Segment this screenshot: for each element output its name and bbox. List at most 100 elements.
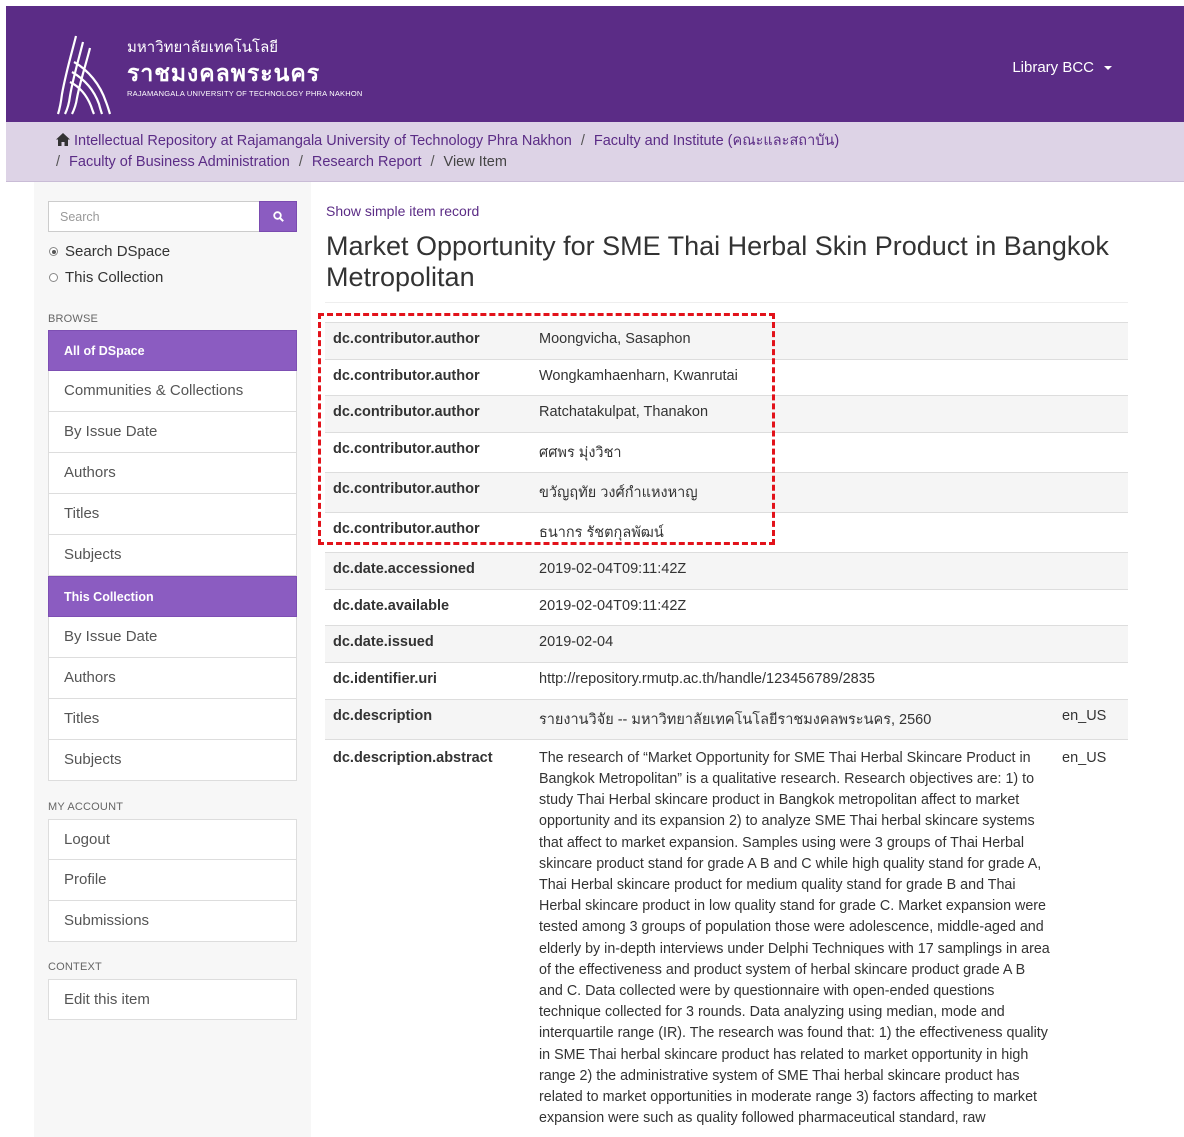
nav-item-communities-collections[interactable]: Communities & Collections <box>48 371 297 412</box>
nav-item-subjects[interactable]: Subjects <box>48 535 297 576</box>
metadata-lang <box>1062 512 1128 553</box>
table-row: dc.contributor.author ขวัญฤทัย วงศ์กำแหง… <box>325 472 1128 513</box>
metadata-field: dc.contributor.author <box>325 395 531 433</box>
account-list: Logout Profile Submissions <box>48 819 297 942</box>
metadata-field: dc.contributor.author <box>325 512 531 553</box>
metadata-field: dc.identifier.uri <box>325 662 531 700</box>
metadata-value: ขวัญฤทัย วงศ์กำแหงหาญ <box>531 472 1062 513</box>
table-row: dc.contributor.author Wongkamhaenharn, K… <box>325 358 1128 396</box>
breadcrumb-separator: / <box>298 154 303 170</box>
radio-checked-icon[interactable] <box>49 247 58 256</box>
nav-item-logout[interactable]: Logout <box>48 819 297 860</box>
nav-item-titles[interactable]: Titles <box>48 494 297 535</box>
table-row: dc.description.abstract The research of … <box>325 738 1128 1137</box>
breadcrumb-separator: / <box>580 133 585 149</box>
breadcrumb-current: View Item <box>443 154 507 170</box>
metadata-value: ธนากร รัชตกุลพัฒน์ <box>531 512 1062 553</box>
metadata-lang: en_US <box>1062 738 1128 1137</box>
scope-search-dspace[interactable]: Search DSpace <box>49 243 170 260</box>
user-menu-label: Library BCC <box>1012 59 1094 76</box>
metadata-field: dc.description <box>325 698 531 740</box>
search-group <box>48 201 297 232</box>
metadata-lang: en_US <box>1062 698 1128 740</box>
browse-all-list: All of DSpace Communities & Collections … <box>48 330 297 781</box>
table-row: dc.contributor.author ศศพร มุ่งวิชา <box>325 432 1128 473</box>
breadcrumb: Intellectual Repository at Rajamangala U… <box>6 122 1184 182</box>
table-row: dc.date.available 2019-02-04T09:11:42Z <box>325 588 1128 626</box>
metadata-lang <box>1062 472 1128 513</box>
metadata-lang <box>1062 662 1128 700</box>
nav-item-collection-titles[interactable]: Titles <box>48 699 297 740</box>
metadata-lang <box>1062 552 1128 590</box>
breadcrumb-business-admin-link[interactable]: Faculty of Business Administration <box>69 154 290 170</box>
metadata-field: dc.contributor.author <box>325 358 531 396</box>
metadata-value: รายงานวิจัย -- มหาวิทยาลัยเทคโนโลยีราชมง… <box>531 698 1062 740</box>
metadata-field: dc.contributor.author <box>325 472 531 513</box>
table-row: dc.contributor.author Ratchatakulpat, Th… <box>325 395 1128 433</box>
metadata-value: 2019-02-04T09:11:42Z <box>531 588 1062 626</box>
logo-line-1: มหาวิทยาลัยเทคโนโลยี <box>127 39 279 56</box>
radio-unchecked-icon[interactable] <box>49 273 58 282</box>
browse-label: BROWSE <box>48 313 99 325</box>
title-divider <box>325 302 1128 303</box>
scope-label: This Collection <box>65 269 164 286</box>
nav-item-edit-this-item[interactable]: Edit this item <box>48 979 297 1020</box>
table-row: dc.identifier.uri http://repository.rmut… <box>325 662 1128 700</box>
abstract-text: The research of “Market Opportunity for … <box>531 738 1062 1137</box>
search-icon <box>272 211 284 222</box>
nav-item-collection-by-issue-date[interactable]: By Issue Date <box>48 617 297 658</box>
breadcrumb-repository-link[interactable]: Intellectual Repository at Rajamangala U… <box>74 133 572 149</box>
nav-item-authors[interactable]: Authors <box>48 453 297 494</box>
metadata-value: ศศพร มุ่งวิชา <box>531 432 1062 473</box>
search-button[interactable] <box>259 201 297 232</box>
metadata-field: dc.date.available <box>325 588 531 626</box>
metadata-field: dc.date.issued <box>325 625 531 663</box>
table-row: dc.contributor.author ธนากร รัชตกุลพัฒน์ <box>325 512 1128 553</box>
nav-item-submissions[interactable]: Submissions <box>48 901 297 942</box>
home-icon <box>56 133 70 146</box>
metadata-lang <box>1062 322 1128 360</box>
scope-label: Search DSpace <box>65 243 171 260</box>
metadata-field: dc.contributor.author <box>325 322 531 360</box>
table-row: dc.date.accessioned 2019-02-04T09:11:42Z <box>325 552 1128 590</box>
show-simple-record-link[interactable]: Show simple item record <box>326 203 479 219</box>
breadcrumb-separator: / <box>430 154 435 170</box>
university-logo-icon[interactable] <box>54 32 124 116</box>
metadata-value: 2019-02-04 <box>531 625 1062 663</box>
nav-item-by-issue-date[interactable]: By Issue Date <box>48 412 297 453</box>
user-menu-dropdown[interactable]: Library BCC <box>1012 59 1112 76</box>
breadcrumb-separator: / <box>56 154 61 170</box>
nav-item-collection-subjects[interactable]: Subjects <box>48 740 297 781</box>
breadcrumb-faculty-institute-link[interactable]: Faculty and Institute (คณะและสถาบัน) <box>594 133 839 149</box>
metadata-lang <box>1062 588 1128 626</box>
site-header: มหาวิทยาลัยเทคโนโลยี ราชมงคลพระนคร RAJAM… <box>6 6 1184 122</box>
sidebar: Search DSpace This Collection BROWSE All… <box>34 182 311 1137</box>
metadata-field: dc.contributor.author <box>325 432 531 473</box>
metadata-lang <box>1062 395 1128 433</box>
metadata-field: dc.description.abstract <box>325 738 531 1137</box>
metadata-value: Wongkamhaenharn, Kwanrutai <box>531 358 1062 396</box>
metadata-value: Moongvicha, Sasaphon <box>531 322 1062 360</box>
metadata-field: dc.date.accessioned <box>325 552 531 590</box>
logo-line-3: RAJAMANGALA UNIVERSITY OF TECHNOLOGY PHR… <box>127 89 363 98</box>
table-row: dc.contributor.author Moongvicha, Sasaph… <box>325 322 1128 360</box>
logo-line-2: ราชมงคลพระนคร <box>127 60 321 86</box>
nav-head-all-dspace[interactable]: All of DSpace <box>48 330 297 371</box>
table-row: dc.description รายงานวิจัย -- มหาวิทยาลั… <box>325 698 1128 740</box>
page-title: Market Opportunity for SME Thai Herbal S… <box>326 231 1109 292</box>
nav-item-collection-authors[interactable]: Authors <box>48 658 297 699</box>
metadata-table: dc.contributor.author Moongvicha, Sasaph… <box>325 322 1128 1137</box>
metadata-lang <box>1062 625 1128 663</box>
metadata-value: 2019-02-04T09:11:42Z <box>531 552 1062 590</box>
university-name[interactable]: มหาวิทยาลัยเทคโนโลยี ราชมงคลพระนคร RAJAM… <box>127 39 363 99</box>
metadata-lang <box>1062 432 1128 473</box>
search-input[interactable] <box>48 201 260 232</box>
context-label: CONTEXT <box>48 961 102 973</box>
breadcrumb-research-report-link[interactable]: Research Report <box>312 154 422 170</box>
nav-item-profile[interactable]: Profile <box>48 860 297 901</box>
nav-head-this-collection[interactable]: This Collection <box>48 576 297 617</box>
scope-this-collection[interactable]: This Collection <box>49 269 163 286</box>
caret-down-icon <box>1104 66 1112 71</box>
metadata-value: http://repository.rmutp.ac.th/handle/123… <box>531 662 1062 700</box>
table-row: dc.date.issued 2019-02-04 <box>325 625 1128 663</box>
